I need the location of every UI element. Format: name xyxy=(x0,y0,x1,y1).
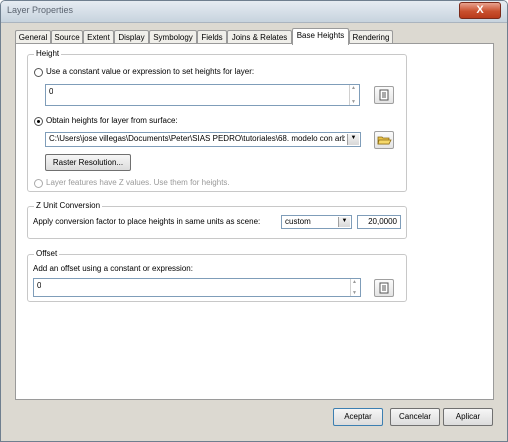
tab-source[interactable]: Source xyxy=(51,30,83,44)
offset-expression-button[interactable] xyxy=(374,279,394,297)
expression-icon xyxy=(379,282,389,294)
constant-radio-label: Use a constant value or expression to se… xyxy=(46,67,255,76)
surface-radio[interactable] xyxy=(34,117,43,126)
constant-value-scroll[interactable] xyxy=(349,85,359,105)
offset-value-text: 0 xyxy=(37,281,42,290)
tab-base-heights[interactable]: Base Heights xyxy=(292,28,349,45)
constant-value-input[interactable]: 0 xyxy=(45,84,360,106)
expression-button[interactable] xyxy=(374,86,394,104)
ok-button[interactable]: Aceptar xyxy=(333,408,383,426)
layer-properties-dialog: Layer Properties X General Source Extent… xyxy=(0,0,508,442)
tab-display[interactable]: Display xyxy=(114,30,149,44)
unit-select-value: custom xyxy=(285,217,311,226)
z-unit-description: Apply conversion factor to place heights… xyxy=(33,217,261,226)
z-unit-group-legend: Z Unit Conversion xyxy=(34,201,103,210)
tab-extent[interactable]: Extent xyxy=(83,30,114,44)
offset-group: Offset Add an offset using a constant or… xyxy=(27,249,407,302)
constant-radio[interactable] xyxy=(34,68,43,77)
offset-group-legend: Offset xyxy=(34,249,60,258)
offset-value-input[interactable]: 0 xyxy=(33,278,361,297)
unit-select[interactable]: custom ▼ xyxy=(281,215,352,229)
surface-combo[interactable]: C:\Users\jose villegas\Documents\Peter\S… xyxy=(45,132,361,147)
surface-radio-label: Obtain heights for layer from surface: xyxy=(46,116,178,125)
tab-general[interactable]: General xyxy=(15,30,51,44)
chevron-down-icon[interactable]: ▼ xyxy=(347,134,359,145)
conversion-factor-value: 20,0000 xyxy=(368,217,397,226)
open-folder-icon xyxy=(377,136,392,145)
expression-icon xyxy=(379,89,389,101)
open-folder-button[interactable] xyxy=(374,131,394,149)
surface-path-text: C:\Users\jose villegas\Documents\Peter\S… xyxy=(49,134,345,143)
raster-resolution-button[interactable]: Raster Resolution... xyxy=(45,154,131,171)
title-bar[interactable]: Layer Properties X xyxy=(1,1,507,23)
cancel-button[interactable]: Cancelar xyxy=(390,408,440,426)
tab-joins-relates[interactable]: Joins & Relates xyxy=(227,30,292,44)
z-unit-group: Z Unit Conversion Apply conversion facto… xyxy=(27,201,407,239)
chevron-down-icon[interactable]: ▼ xyxy=(338,217,350,227)
tab-rendering[interactable]: Rendering xyxy=(349,30,393,44)
constant-value-text: 0 xyxy=(49,87,54,96)
offset-description: Add an offset using a constant or expres… xyxy=(33,264,193,273)
height-group: Height Use a constant value or expressio… xyxy=(27,49,407,192)
base-heights-panel: Height Use a constant value or expressio… xyxy=(15,43,494,400)
offset-value-scroll[interactable] xyxy=(350,279,360,296)
tab-symbology[interactable]: Symbology xyxy=(149,30,197,44)
conversion-factor-input[interactable]: 20,0000 xyxy=(357,215,401,229)
tab-fields[interactable]: Fields xyxy=(197,30,227,44)
height-group-legend: Height xyxy=(34,49,62,58)
z-values-radio-label: Layer features have Z values. Use them f… xyxy=(46,178,230,187)
apply-button[interactable]: Aplicar xyxy=(443,408,493,426)
close-button[interactable]: X xyxy=(459,2,501,19)
z-values-radio[interactable] xyxy=(34,179,43,188)
window-title: Layer Properties xyxy=(7,5,74,15)
